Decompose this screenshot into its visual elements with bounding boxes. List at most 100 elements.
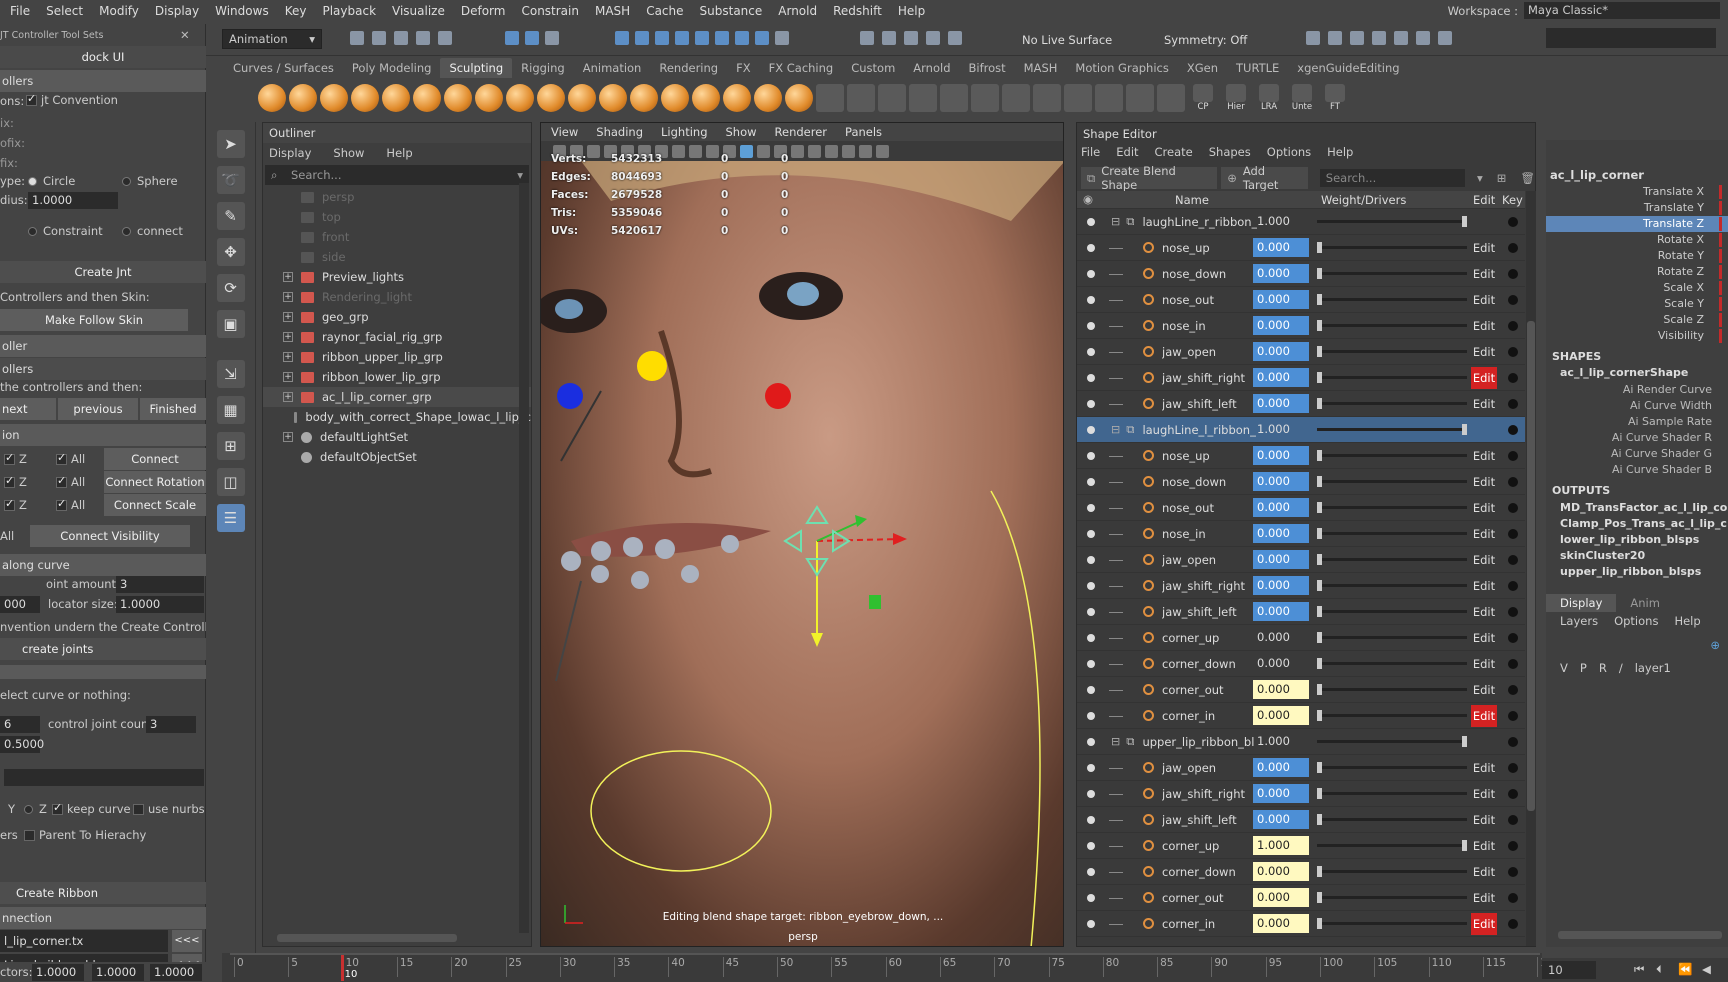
weight-field[interactable]: 0.000: [1253, 316, 1309, 335]
weight-field[interactable]: 0.000: [1253, 628, 1309, 647]
visibility-dot-icon[interactable]: [1087, 659, 1095, 668]
edit-button[interactable]: Edit: [1471, 861, 1497, 883]
pause-icon[interactable]: [1438, 31, 1452, 45]
outliner-scrollbar[interactable]: [519, 183, 529, 933]
new-group-icon[interactable]: ⊞: [1497, 171, 1507, 185]
key-icon[interactable]: [1508, 919, 1518, 929]
lip-joint-icon[interactable]: [681, 565, 699, 583]
slider-handle[interactable]: [1317, 606, 1322, 617]
edit-button[interactable]: Edit: [1471, 601, 1497, 623]
weight-slider[interactable]: [1317, 892, 1467, 903]
target-row[interactable]: nose_out 0.000 Edit: [1077, 287, 1525, 313]
sculpt-brush-icon[interactable]: [785, 84, 813, 112]
layer-menu-layers[interactable]: Layers: [1560, 614, 1598, 628]
target-row[interactable]: corner_down 0.000 Edit: [1077, 859, 1525, 885]
shelf-tab-fx[interactable]: FX: [727, 58, 760, 78]
rotate-tool-icon[interactable]: ⟳: [216, 274, 245, 302]
viewport-menu-lighting[interactable]: Lighting: [661, 123, 707, 141]
blendshape-group-row[interactable]: ⊟ ⧉ laughLine_l_ribbon_ 1.000: [1077, 417, 1525, 443]
shape-search-input[interactable]: Search...: [1319, 169, 1465, 187]
visibility-dot-icon[interactable]: [1087, 217, 1095, 226]
outliner-search-input[interactable]: ⌕ Search... ▾: [265, 165, 529, 185]
create-blend-shape-button[interactable]: ⧉ Create Blend Shape: [1081, 164, 1218, 192]
ft-icon[interactable]: FT: [1320, 84, 1350, 112]
z-radio[interactable]: Z: [24, 802, 47, 816]
make-follow-skin-button[interactable]: Make Follow Skin: [0, 309, 188, 331]
visibility-dot-icon[interactable]: [1087, 633, 1095, 642]
move-manipulator[interactable]: [781, 501, 921, 651]
shelf-tool-icon[interactable]: [1064, 84, 1092, 112]
shape-attr[interactable]: Ai Curve Shader B: [1546, 462, 1728, 478]
slider-handle[interactable]: [1317, 762, 1322, 773]
visibility-dot-icon[interactable]: [1087, 529, 1095, 538]
menu-display[interactable]: Display: [155, 4, 199, 18]
time-slider[interactable]: 0 5 10 15 20 25 30 35 40 45 50 55 60 65 70 75 80 85 90 95 10…: [222, 953, 1560, 982]
visibility-dot-icon[interactable]: [1087, 789, 1095, 798]
shelf-tab-arnold[interactable]: Arnold: [904, 58, 959, 78]
edit-button[interactable]: Edit: [1471, 679, 1497, 701]
weight-slider[interactable]: [1317, 216, 1467, 227]
output-ops-icon[interactable]: [882, 31, 896, 45]
shape-attr[interactable]: Ai Curve Shader R: [1546, 430, 1728, 446]
snap-vertex-icon[interactable]: [715, 31, 729, 45]
parent-to-hierachy-checkbox[interactable]: Parent To Hierachy: [24, 828, 146, 842]
blendshape-group-row[interactable]: ⊟ ⧉ laughLine_r_ribbon_ 1.000: [1077, 209, 1525, 235]
factor-x-input[interactable]: 1.0000: [32, 964, 84, 981]
lasso-tool-icon[interactable]: ➰: [216, 166, 245, 194]
edit-column-header[interactable]: Edit: [1473, 193, 1495, 207]
snap-point-icon[interactable]: [655, 31, 669, 45]
shelf-tab-fx-caching[interactable]: FX Caching: [760, 58, 843, 78]
slider-handle[interactable]: [1317, 372, 1322, 383]
edit-button[interactable]: Edit: [1471, 315, 1497, 337]
arnold-render-icon[interactable]: [1416, 31, 1430, 45]
edit-button[interactable]: Edit: [1471, 653, 1497, 675]
name-column-header[interactable]: Name: [1175, 193, 1209, 207]
viewport-menu-show[interactable]: Show: [726, 123, 757, 141]
weight-field[interactable]: 0.000: [1253, 654, 1309, 673]
constraint-radio[interactable]: Constraint: [28, 224, 103, 238]
visibility-dot-icon[interactable]: [1087, 711, 1095, 720]
key-icon[interactable]: [1508, 217, 1518, 227]
slider-handle[interactable]: [1317, 684, 1322, 695]
target-row[interactable]: jaw_open 0.000 Edit: [1077, 755, 1525, 781]
shelf-tool-icon[interactable]: [940, 84, 968, 112]
weight-field[interactable]: 1.000: [1253, 212, 1309, 231]
slider-handle[interactable]: [1317, 892, 1322, 903]
weight-field[interactable]: 0.000: [1253, 264, 1309, 283]
span-count-input[interactable]: 6: [0, 716, 40, 733]
weight-field[interactable]: 0.000: [1253, 446, 1309, 465]
channel-attr[interactable]: Visibility: [1546, 328, 1728, 344]
menu-visualize[interactable]: Visualize: [392, 4, 445, 18]
expand-icon[interactable]: +: [283, 312, 293, 322]
lip-joint-icon[interactable]: [561, 551, 581, 571]
menu-mash[interactable]: MASH: [595, 4, 630, 18]
weight-slider[interactable]: [1317, 346, 1467, 357]
open-scene-icon[interactable]: [372, 31, 386, 45]
edit-button[interactable]: Edit: [1471, 705, 1497, 727]
menu-playback[interactable]: Playback: [322, 4, 376, 18]
connect-scale-button[interactable]: Connect Scale: [104, 494, 206, 516]
shelf-tab-rendering[interactable]: Rendering: [650, 58, 727, 78]
shape-menu-options[interactable]: Options: [1267, 145, 1311, 159]
weight-field[interactable]: 0.000: [1253, 472, 1309, 491]
sculpt-brush-icon[interactable]: [599, 84, 627, 112]
visibility-dot-icon[interactable]: [1087, 555, 1095, 564]
motion-blur-icon[interactable]: [825, 144, 838, 158]
weight-slider[interactable]: [1317, 398, 1467, 409]
symmetry-label[interactable]: Symmetry: Off: [1164, 33, 1247, 47]
weight-field[interactable]: 0.000: [1253, 862, 1309, 881]
shelf-tab-custom[interactable]: Custom: [842, 58, 904, 78]
weight-slider[interactable]: [1317, 450, 1467, 461]
live-surface-label[interactable]: No Live Surface: [1022, 33, 1112, 47]
layer-visible-toggle[interactable]: V: [1560, 661, 1568, 675]
slider-handle[interactable]: [1317, 580, 1322, 591]
delete-icon[interactable]: 🗑: [1520, 171, 1535, 185]
target-row[interactable]: jaw_open 0.000 Edit: [1077, 547, 1525, 573]
shape-attr[interactable]: Ai Curve Shader G: [1546, 446, 1728, 462]
edit-button[interactable]: Edit: [1471, 289, 1497, 311]
outliner-item[interactable]: + ribbon_lower_lip_grp: [263, 367, 531, 387]
key-icon[interactable]: [1508, 425, 1518, 435]
target-row[interactable]: nose_in 0.000 Edit: [1077, 521, 1525, 547]
viewport-menu-renderer[interactable]: Renderer: [775, 123, 828, 141]
edit-button[interactable]: Edit: [1471, 835, 1497, 857]
